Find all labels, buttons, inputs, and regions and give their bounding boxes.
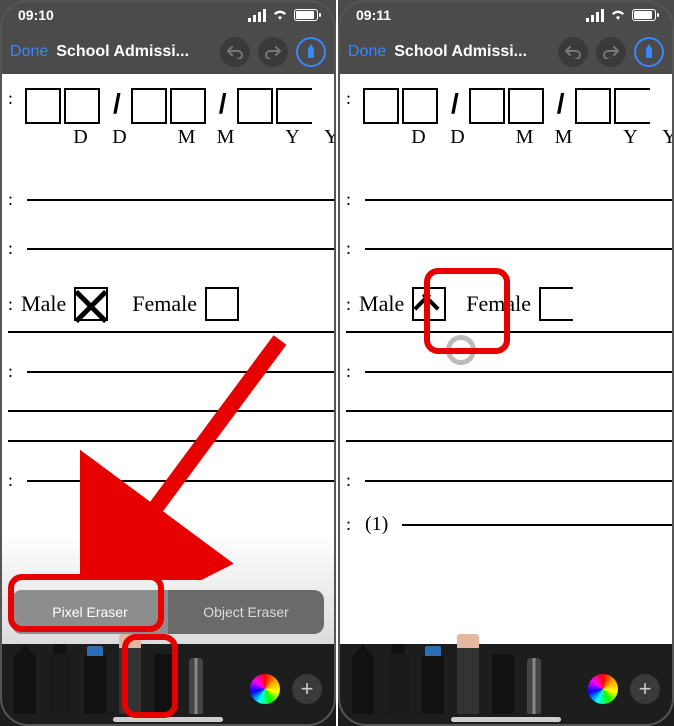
wifi-icon: [610, 9, 626, 21]
add-button[interactable]: +: [292, 674, 322, 704]
document-title: School Admissi...: [394, 43, 550, 61]
markup-toggle[interactable]: [634, 37, 664, 67]
home-indicator[interactable]: [451, 717, 561, 722]
touch-indicator: [446, 335, 476, 365]
gender-male-label: Male: [359, 291, 404, 317]
color-picker-button[interactable]: [250, 674, 280, 704]
marker-tool[interactable]: [387, 654, 409, 714]
wifi-icon: [272, 9, 288, 21]
cellular-icon: [586, 9, 604, 22]
date-boxes: / /: [363, 88, 674, 124]
markup-tool-tray: +: [0, 644, 336, 726]
battery-icon: [632, 9, 656, 21]
footnote-label: (1): [365, 513, 388, 536]
markup-pen-icon: [296, 37, 326, 67]
document-title: School Admissi...: [56, 43, 212, 61]
gender-row: : Male Female: [8, 287, 336, 321]
cellular-icon: [248, 9, 266, 22]
status-indicators: [248, 9, 318, 22]
eraser-tool[interactable]: [457, 644, 479, 714]
eraser-mode-picker: Pixel Eraser Object Eraser: [12, 590, 324, 634]
undo-button[interactable]: [558, 37, 588, 67]
checkbox-female[interactable]: [205, 287, 239, 321]
gender-row: : Male Female: [346, 287, 674, 321]
markup-top-bar: Done School Admissi...: [0, 30, 336, 74]
ruler-tool[interactable]: [527, 658, 541, 714]
marker-tool[interactable]: [49, 654, 71, 714]
eraser-tool[interactable]: [119, 644, 141, 714]
pen-tool[interactable]: [352, 654, 374, 714]
date-labels: DD MM YY: [25, 126, 336, 149]
ruler-tool[interactable]: [189, 658, 203, 714]
status-indicators: [586, 9, 656, 22]
markup-top-bar: Done School Admissi...: [338, 30, 674, 74]
color-picker-button[interactable]: [588, 674, 618, 704]
done-button[interactable]: Done: [10, 43, 48, 61]
done-button[interactable]: Done: [348, 43, 386, 61]
markup-toggle[interactable]: [296, 37, 326, 67]
redo-button[interactable]: [596, 37, 626, 67]
gender-female-label: Female: [132, 291, 197, 317]
date-boxes: / /: [25, 88, 336, 124]
object-eraser-option[interactable]: Object Eraser: [168, 590, 324, 634]
pen-tool[interactable]: [14, 654, 36, 714]
checkbox-male[interactable]: [412, 287, 446, 321]
battery-icon: [294, 9, 318, 21]
lasso-tool[interactable]: [154, 654, 176, 714]
status-time: 09:10: [18, 7, 54, 23]
markup-tool-tray: +: [338, 644, 674, 726]
redo-button[interactable]: [258, 37, 288, 67]
pencil-tool[interactable]: [422, 654, 444, 714]
right-screenshot: 09:11 Done School Admissi... : /: [338, 0, 674, 726]
status-bar: 09:10: [0, 0, 336, 30]
status-bar: 09:11: [338, 0, 674, 30]
status-time: 09:11: [356, 7, 391, 23]
lasso-tool[interactable]: [492, 654, 514, 714]
field-colon: :: [8, 88, 13, 109]
checkbox-female[interactable]: [539, 287, 573, 321]
gender-male-label: Male: [21, 291, 66, 317]
date-labels: DD MM YY: [363, 126, 674, 149]
undo-button[interactable]: [220, 37, 250, 67]
document-canvas[interactable]: : / / DD MM YY : :: [338, 74, 674, 726]
field-colon: :: [346, 88, 351, 109]
markup-pen-icon: [634, 37, 664, 67]
pixel-eraser-option[interactable]: Pixel Eraser: [12, 590, 168, 634]
checkbox-male[interactable]: [74, 287, 108, 321]
home-indicator[interactable]: [113, 717, 223, 722]
add-button[interactable]: +: [630, 674, 660, 704]
gender-female-label: Female: [466, 291, 531, 317]
left-screenshot: 09:10 Done School Admissi... : /: [0, 0, 336, 726]
pencil-tool[interactable]: [84, 654, 106, 714]
